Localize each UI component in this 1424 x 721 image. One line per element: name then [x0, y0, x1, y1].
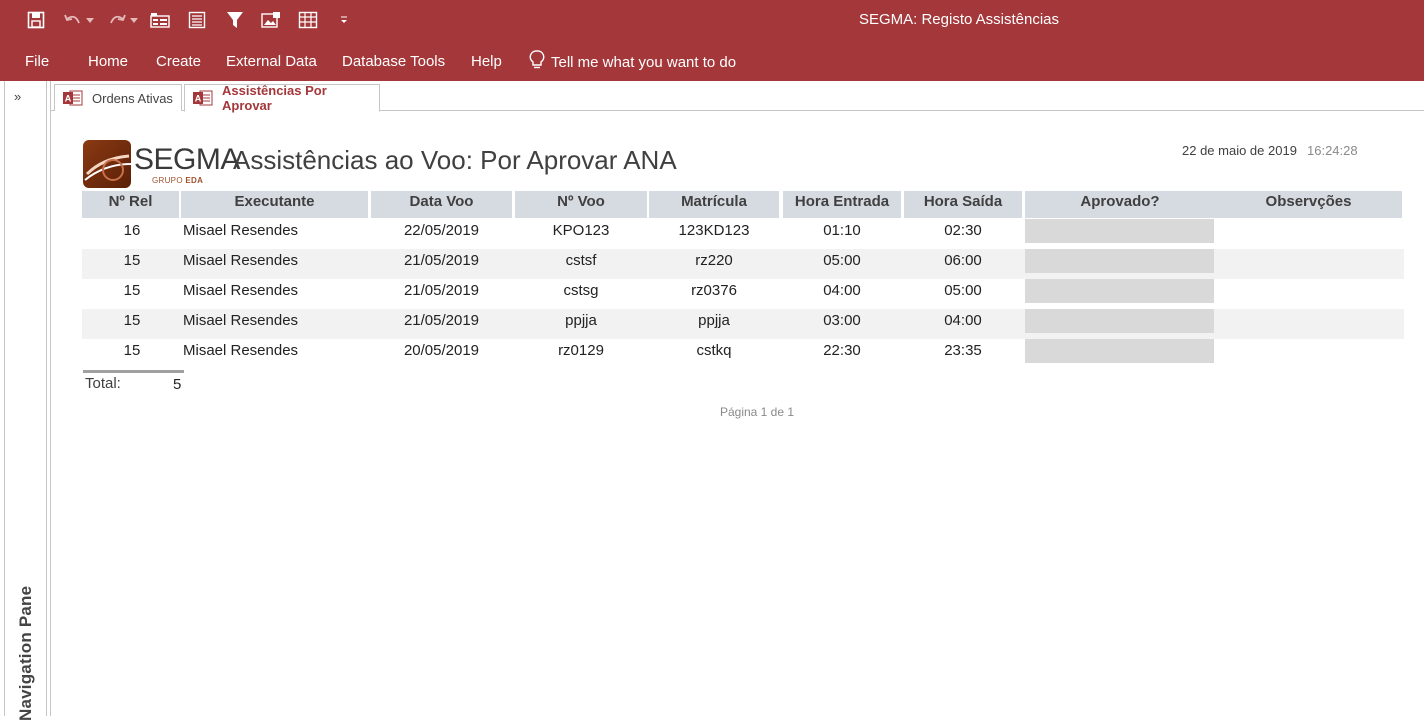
column-header-rel: Nº Rel [82, 191, 179, 218]
cell-data-voo: 21/05/2019 [403, 282, 480, 299]
approved-checkbox-field[interactable] [1025, 249, 1214, 273]
column-header-data-voo: Data Voo [371, 191, 512, 218]
menu-external-data[interactable]: External Data [226, 53, 317, 70]
cell-executante: Misael Resendes [183, 222, 299, 239]
navigation-pane[interactable]: » Navigation Pane [4, 81, 47, 721]
report-time: 16:24:28 [1307, 143, 1358, 158]
tab-label: Assistências Por Aprovar [222, 83, 327, 113]
cell-voo: cstsg [563, 282, 599, 299]
access-report-icon: A [193, 90, 213, 106]
logo-sub-a: GRUPO [152, 176, 186, 185]
navigation-pane-label[interactable]: Navigation Pane [16, 586, 36, 721]
table-row: 15 Misael Resendes 21/05/2019 ppjja ppjj… [82, 309, 1404, 339]
total-label: Total: [85, 375, 121, 392]
ribbon-tabs: File Home Create External Data Database … [0, 40, 1424, 81]
menu-file[interactable]: File [25, 53, 49, 70]
cell-data-voo: 20/05/2019 [403, 342, 480, 359]
cell-hora-saida: 23:35 [944, 342, 982, 359]
svg-text:A: A [65, 94, 72, 104]
cell-hora-entrada: 05:00 [823, 252, 861, 269]
logo-text: SEGMA [134, 143, 240, 176]
cell-matricula: rz0376 [691, 282, 737, 299]
page-number: Página 1 de 1 [719, 405, 795, 419]
report-date: 22 de maio de 2019 [1182, 143, 1297, 158]
cell-rel: 15 [123, 342, 141, 359]
cell-data-voo: 22/05/2019 [403, 222, 480, 239]
total-divider [83, 370, 184, 373]
tab-ordens-ativas[interactable]: A Ordens Ativas [54, 84, 182, 111]
table-row: 15 Misael Resendes 21/05/2019 cstsg rz03… [82, 279, 1404, 309]
lightbulb-icon [529, 50, 545, 74]
tell-me-box[interactable]: Tell me what you want to do [529, 50, 736, 74]
cell-executante: Misael Resendes [183, 312, 299, 329]
cell-executante: Misael Resendes [183, 282, 299, 299]
logo-mark [83, 140, 131, 188]
menu-help[interactable]: Help [471, 53, 502, 70]
tell-me-label: Tell me what you want to do [551, 53, 737, 71]
cell-rel: 15 [123, 282, 141, 299]
cell-hora-saida: 05:00 [944, 282, 982, 299]
report-title: Assistências ao Voo: Por Aprovar ANA [233, 145, 677, 175]
report-view: SEGMA GRUPO EDA Assistências ao Voo: Por… [52, 111, 1424, 716]
cell-voo: cstsf [565, 252, 597, 269]
table-row: 15 Misael Resendes 21/05/2019 cstsf rz22… [82, 249, 1404, 279]
cell-data-voo: 21/05/2019 [403, 252, 480, 269]
approved-checkbox-field[interactable] [1025, 219, 1214, 243]
column-header-matricula: Matrícula [649, 191, 779, 218]
table-row: 15 Misael Resendes 20/05/2019 rz0129 cst… [82, 339, 1404, 369]
menu-create[interactable]: Create [156, 53, 201, 70]
cell-hora-saida: 04:00 [944, 312, 982, 329]
table-row: 16 Misael Resendes 22/05/2019 KPO123 123… [82, 219, 1404, 249]
cell-hora-entrada: 04:00 [823, 282, 861, 299]
cell-hora-saida: 02:30 [944, 222, 982, 239]
menu-database-tools[interactable]: Database Tools [342, 53, 445, 70]
approved-checkbox-field[interactable] [1025, 339, 1214, 363]
column-header-hora-saida: Hora Saída [904, 191, 1022, 218]
cell-rel: 15 [123, 312, 141, 329]
tab-assistencias-por-aprovar[interactable]: A Assistências Por Aprovar [184, 83, 380, 113]
access-report-icon: A [63, 90, 83, 106]
cell-rel: 15 [123, 252, 141, 269]
cell-executante: Misael Resendes [183, 252, 299, 269]
title-bar: SEGMA: Registo Assistências [0, 0, 1424, 40]
cell-matricula: cstkq [696, 342, 732, 359]
cell-matricula: ppjja [698, 312, 730, 329]
cell-hora-entrada: 03:00 [823, 312, 861, 329]
column-header-executante: Executante [181, 191, 368, 218]
cell-matricula: 123KD123 [678, 222, 750, 239]
cell-hora-entrada: 22:30 [823, 342, 861, 359]
cell-voo: rz0129 [558, 342, 604, 359]
column-header-voo: Nº Voo [515, 191, 647, 218]
column-header-aprovado: Aprovado? [1025, 191, 1215, 218]
expand-chevron-icon[interactable]: » [14, 89, 21, 104]
window-title: SEGMA: Registo Assistências [858, 11, 1060, 28]
document-tabs: A Ordens Ativas A Assistências Por Aprov… [51, 81, 1424, 113]
cell-rel: 16 [123, 222, 141, 239]
divider [50, 81, 51, 716]
cell-matricula: rz220 [695, 252, 733, 269]
column-header-observacoes: Observções [1215, 191, 1402, 218]
cell-voo: ppjja [565, 312, 597, 329]
tab-label: Ordens Ativas [92, 90, 173, 106]
segma-logo: SEGMA GRUPO EDA [83, 140, 240, 190]
column-header-hora-entrada: Hora Entrada [783, 191, 901, 218]
cell-voo: KPO123 [552, 222, 610, 239]
approved-checkbox-field[interactable] [1025, 309, 1214, 333]
approved-checkbox-field[interactable] [1025, 279, 1214, 303]
logo-sub-b: EDA [185, 176, 204, 185]
svg-text:A: A [195, 94, 202, 104]
cell-data-voo: 21/05/2019 [403, 312, 480, 329]
cell-hora-saida: 06:00 [944, 252, 982, 269]
logo-subtitle: GRUPO EDA [152, 176, 203, 185]
cell-executante: Misael Resendes [183, 342, 299, 359]
total-value: 5 [173, 376, 182, 393]
cell-hora-entrada: 01:10 [823, 222, 861, 239]
menu-home[interactable]: Home [88, 53, 128, 70]
